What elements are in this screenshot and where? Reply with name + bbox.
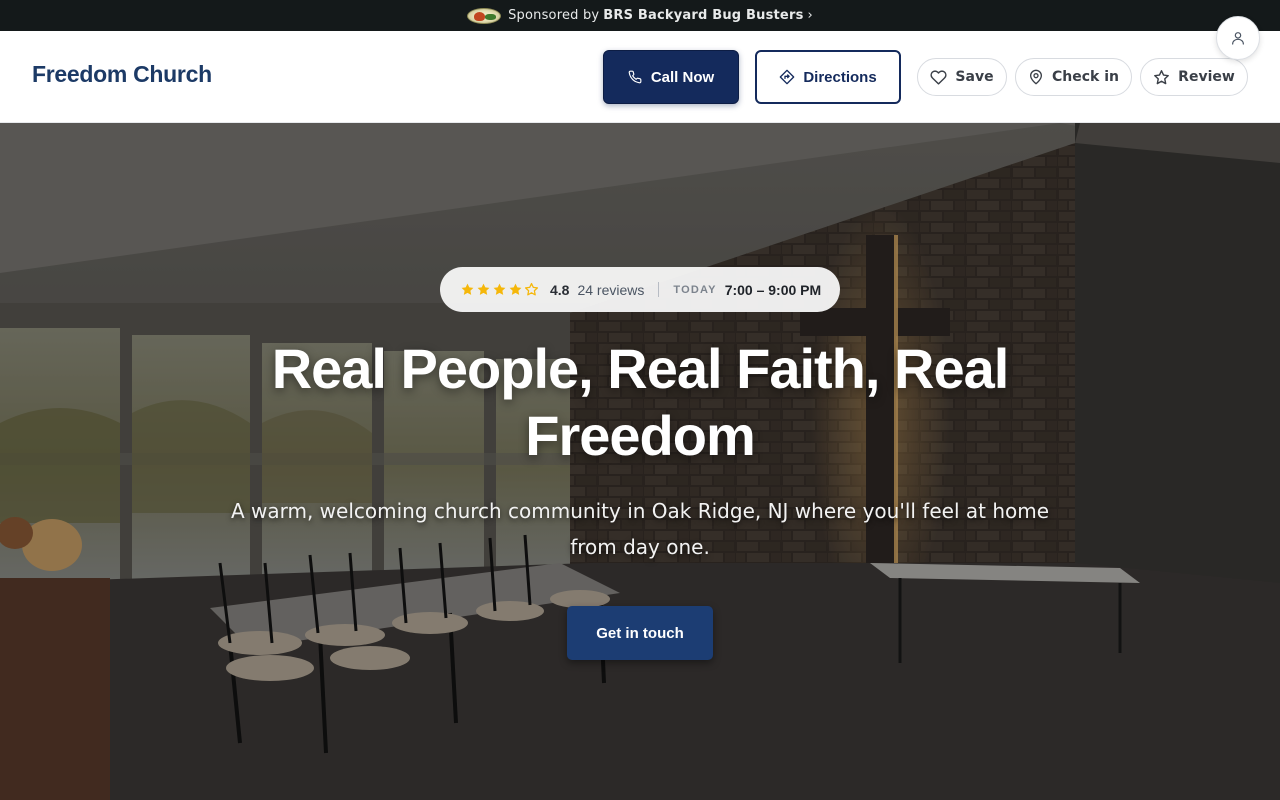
brand-title[interactable]: Freedom Church — [32, 61, 212, 88]
save-label: Save — [955, 69, 994, 85]
directions-label: Directions — [803, 68, 877, 86]
star-rating — [460, 282, 540, 297]
star-filled-icon — [493, 283, 506, 295]
directions-icon — [779, 69, 795, 85]
rating-value: 4.8 — [550, 281, 570, 298]
star-outline-icon — [524, 282, 539, 296]
star-icon — [1154, 69, 1170, 84]
check-in-label: Check in — [1052, 69, 1119, 85]
get-in-touch-button[interactable]: Get in touch — [567, 606, 713, 660]
sponsor-prefix: Sponsored by — [508, 8, 600, 23]
directions-button[interactable]: Directions — [755, 50, 901, 104]
pill-divider — [658, 282, 660, 297]
review-label: Review — [1178, 69, 1235, 85]
save-button[interactable]: Save — [917, 58, 1007, 96]
hours-value: 7:00 – 9:00 PM — [724, 281, 822, 298]
chevron-right-icon: › — [807, 8, 813, 23]
star-filled-icon — [461, 283, 474, 295]
today-label: TODAY — [673, 283, 717, 296]
reviews-count-link[interactable]: 24 reviews — [577, 282, 644, 298]
star-filled-icon — [477, 283, 490, 295]
sponsor-logo-icon — [467, 7, 502, 24]
star-filled-icon — [509, 283, 522, 295]
site-header: Freedom Church Call Now Directions Save … — [0, 31, 1280, 123]
account-avatar-button[interactable] — [1216, 16, 1260, 60]
map-pin-icon — [1030, 69, 1042, 85]
review-button[interactable]: Review — [1140, 58, 1248, 96]
hero-subtitle: A warm, welcoming church community in Oa… — [230, 499, 1050, 559]
get-in-touch-label: Get in touch — [596, 624, 684, 642]
user-icon — [1232, 32, 1244, 45]
hero-title: Real People, Real Faith, Real Freedom — [271, 337, 1010, 467]
call-now-button[interactable]: Call Now — [603, 50, 739, 104]
sponsor-banner[interactable]: Sponsored by BRS Backyard Bug Busters › — [0, 0, 1280, 31]
phone-icon — [628, 70, 642, 84]
hero-section: 4.8 24 reviews TODAY 7:00 – 9:00 PM Real… — [0, 123, 1280, 800]
check-in-button[interactable]: Check in — [1015, 58, 1132, 96]
sponsor-name: BRS Backyard Bug Busters — [603, 8, 804, 23]
hero-content: 4.8 24 reviews TODAY 7:00 – 9:00 PM Real… — [0, 123, 1280, 800]
heart-icon — [930, 69, 947, 85]
rating-hours-pill: 4.8 24 reviews TODAY 7:00 – 9:00 PM — [440, 267, 840, 312]
call-now-label: Call Now — [650, 68, 715, 86]
